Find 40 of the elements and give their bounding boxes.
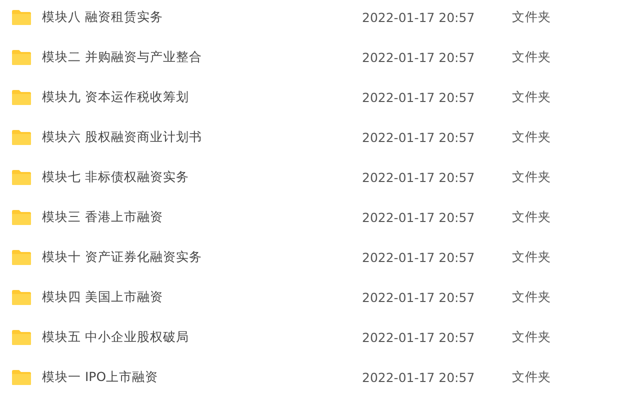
folder-icon [11,88,32,106]
file-type: 文件夹 [512,88,551,106]
modified-date: 2022-01-17 20:57 [362,290,476,304]
folder-name[interactable]: 模块七 非标债权融资实务 [42,168,362,186]
folder-name[interactable]: 模块一 IPO上市融资 [42,368,362,386]
folder-name[interactable]: 模块九 资本运作税收筹划 [42,88,362,106]
folder-icon [11,168,32,186]
folder-name[interactable]: 模块五 中小企业股权破局 [42,328,362,346]
file-type: 文件夹 [512,248,551,266]
modified-date: 2022-01-17 20:57 [362,130,476,144]
folder-icon [11,8,32,26]
file-type: 文件夹 [512,168,551,186]
folder-name[interactable]: 模块三 香港上市融资 [42,208,362,226]
file-type: 文件夹 [512,48,551,66]
modified-date: 2022-01-17 20:57 [362,210,476,224]
modified-date: 2022-01-17 20:57 [362,250,476,264]
modified-date: 2022-01-17 20:57 [362,50,476,64]
folder-icon [11,248,32,266]
folder-name[interactable]: 模块六 股权融资商业计划书 [42,128,362,146]
modified-date: 2022-01-17 20:57 [362,330,476,344]
file-type: 文件夹 [512,328,551,346]
folder-icon [11,128,32,146]
modified-date: 2022-01-17 20:57 [362,10,476,24]
file-type: 文件夹 [512,128,551,146]
folder-name[interactable]: 模块八 融资租赁实务 [42,8,362,26]
folder-name[interactable]: 模块十 资产证券化融资实务 [42,248,362,266]
folder-icon [11,208,32,226]
modified-date: 2022-01-17 20:57 [362,170,476,184]
modified-date: 2022-01-17 20:57 [362,370,476,384]
file-type: 文件夹 [512,368,551,386]
folder-icon [11,368,32,386]
folder-name[interactable]: 模块四 美国上市融资 [42,288,362,306]
modified-date: 2022-01-17 20:57 [362,90,476,104]
file-type: 文件夹 [512,288,551,306]
file-type: 文件夹 [512,8,551,26]
folder-icon [11,328,32,346]
folder-icon [11,48,32,66]
folder-icon [11,288,32,306]
folder-name[interactable]: 模块二 并购融资与产业整合 [42,48,362,66]
file-type: 文件夹 [512,208,551,226]
